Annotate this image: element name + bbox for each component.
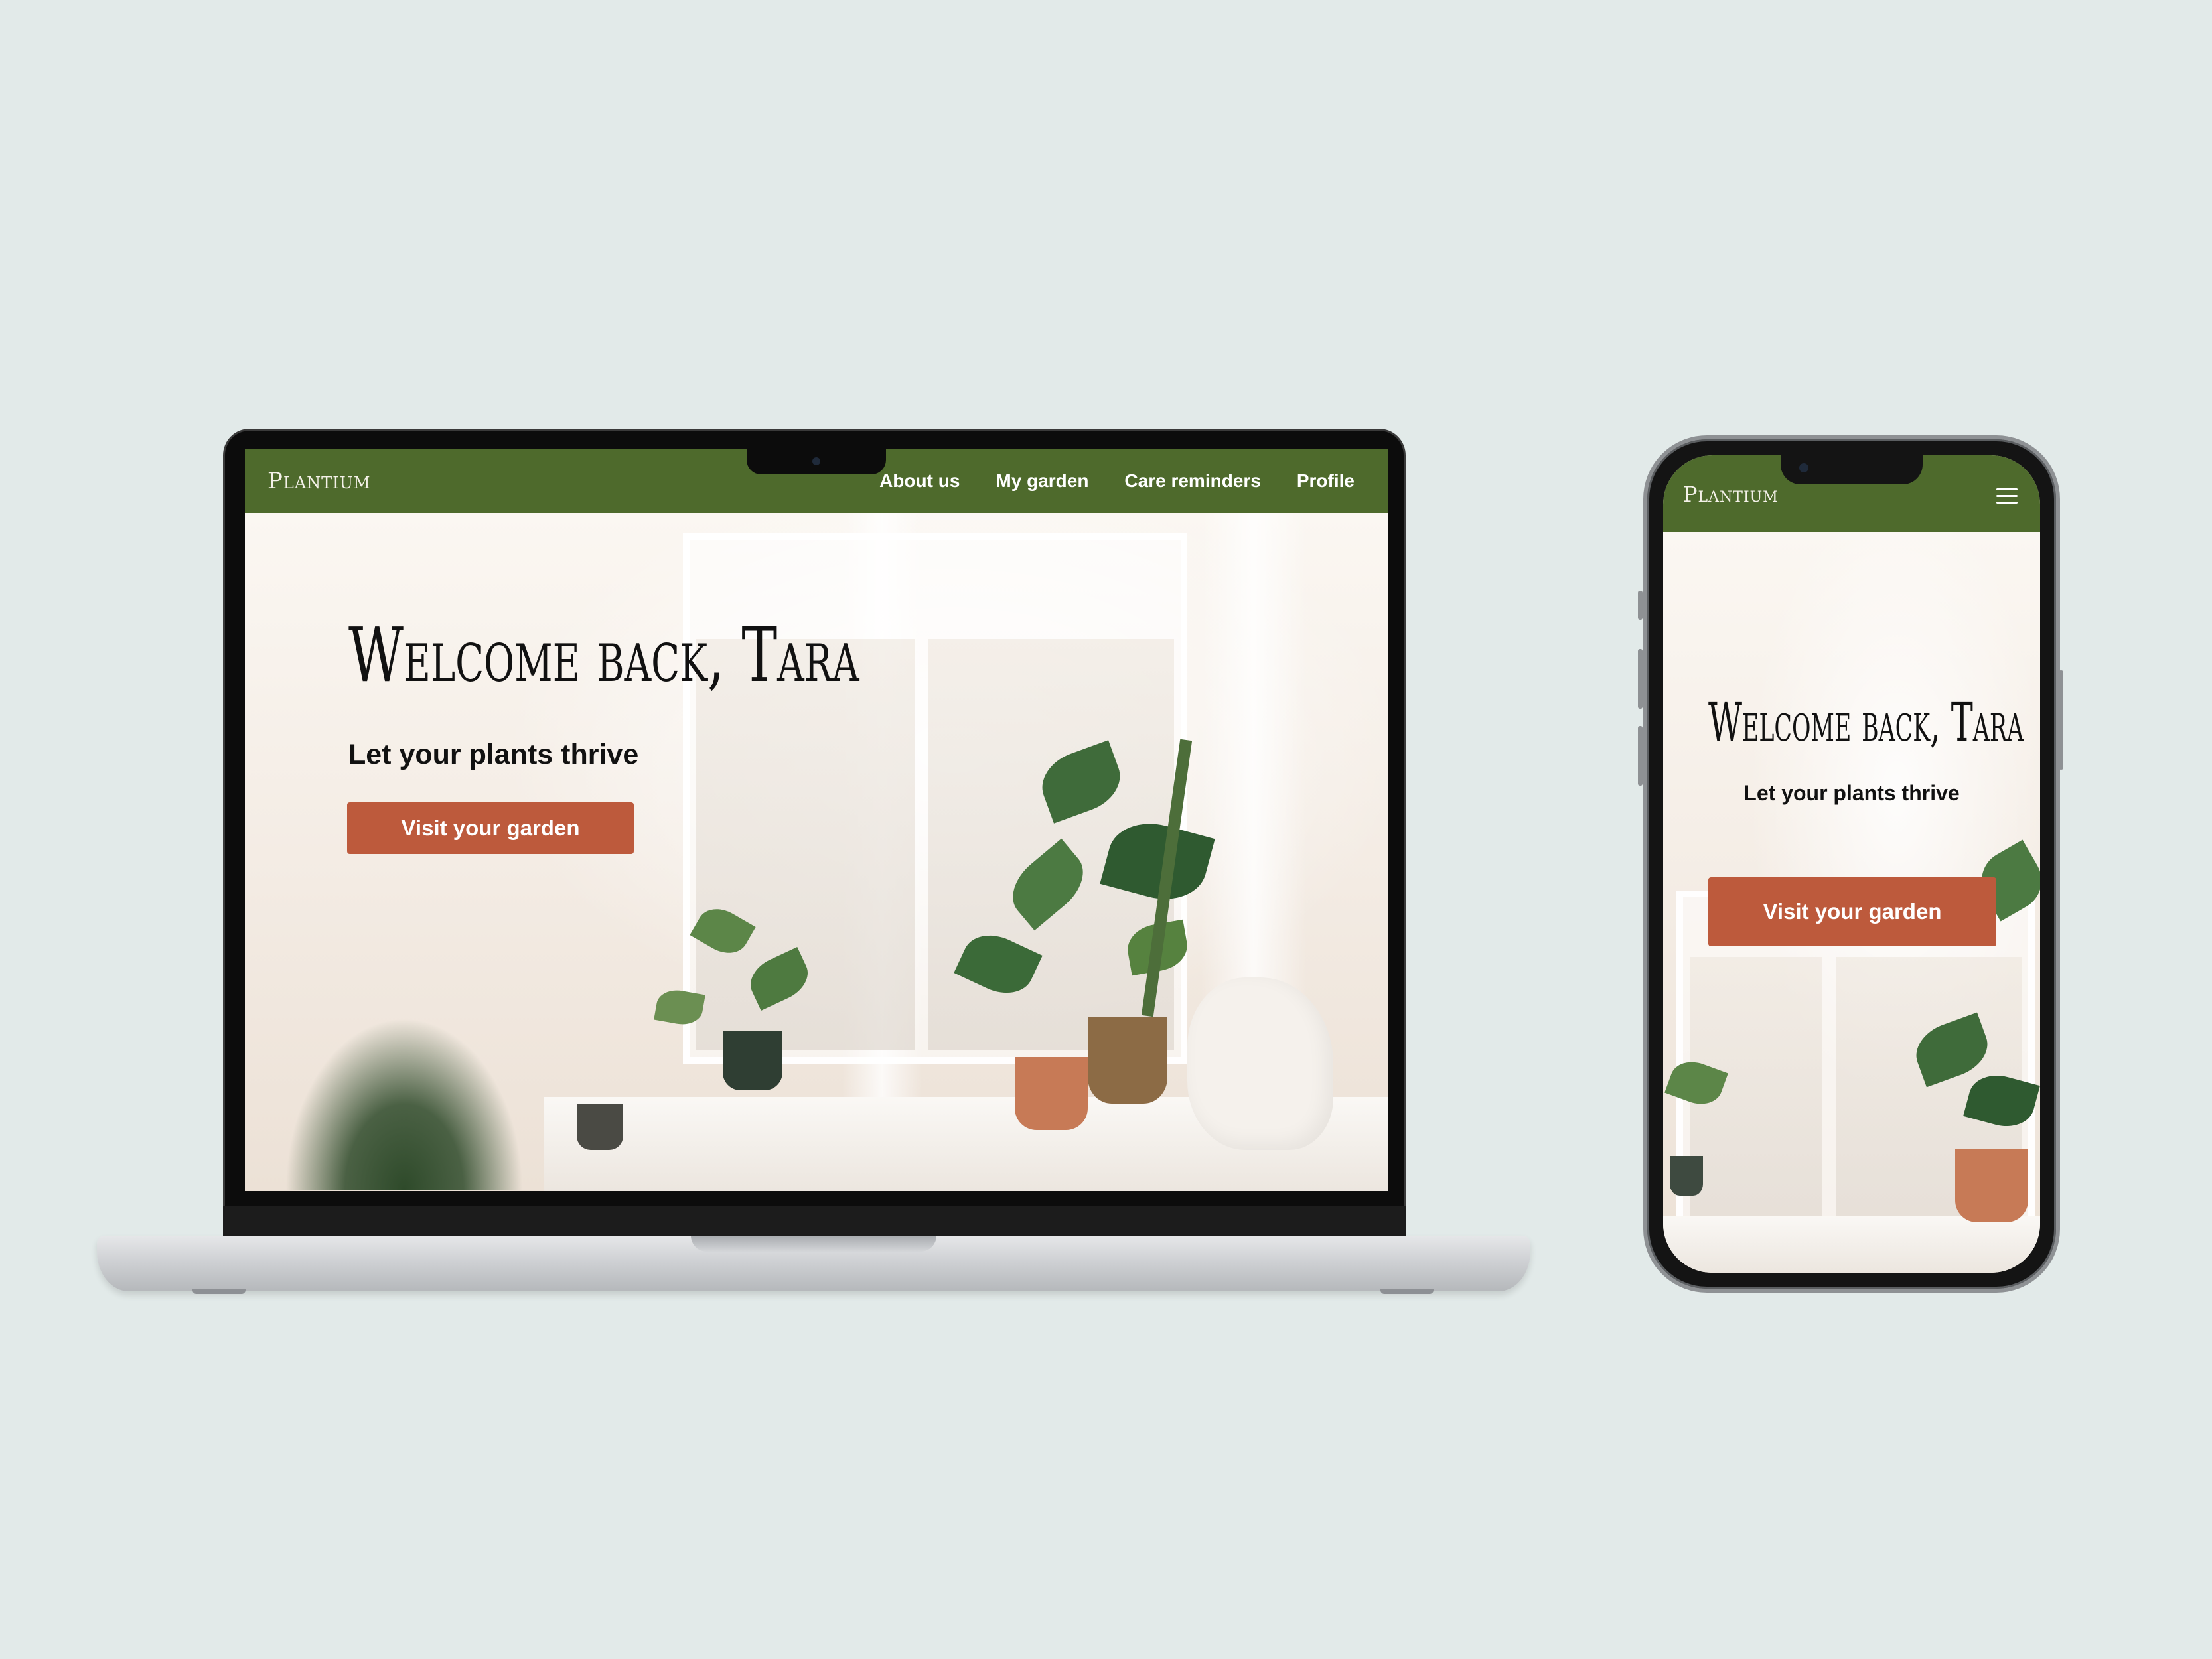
laptop-groove (691, 1236, 936, 1252)
phone-silent-switch (1638, 591, 1643, 620)
laptop-base (97, 1236, 1530, 1291)
visit-garden-button[interactable]: Visit your garden (347, 802, 634, 854)
laptop-hinge (223, 1206, 1406, 1238)
brand-logo[interactable]: Plantium (1683, 482, 1779, 507)
phone-volume-down (1638, 726, 1643, 786)
brand-logo[interactable]: Plantium (267, 468, 370, 494)
nav-link-my-garden[interactable]: My garden (995, 470, 1088, 492)
desktop-nav-links: About us My garden Care reminders Profil… (879, 449, 1355, 513)
phone-mockup: Plantium Welcome back, Tara Let your pla… (1643, 435, 2060, 1293)
hero-greeting: Welcome back, Tara (1708, 691, 2024, 753)
window-pane-left (1690, 957, 1822, 1249)
plant-pot (1015, 1057, 1088, 1130)
camera-icon (812, 457, 820, 465)
plant-pot (1955, 1149, 2028, 1222)
camera-icon (1799, 463, 1808, 472)
mobile-hero: Welcome back, Tara Let your plants thriv… (1663, 532, 2040, 1273)
phone-notch (1781, 455, 1923, 484)
nav-link-care-reminders[interactable]: Care reminders (1124, 470, 1260, 492)
laptop-mockup: Plantium About us My garden Care reminde… (223, 429, 1406, 1240)
spiky-plant (285, 1017, 524, 1190)
plant-basket (1088, 1017, 1167, 1104)
hero-tagline: Let your plants thrive (1743, 781, 1960, 805)
nav-link-profile[interactable]: Profile (1297, 470, 1355, 492)
hamburger-menu-icon[interactable] (1996, 488, 2018, 504)
hero-tagline: Let your plants thrive (348, 739, 639, 770)
laptop-notch (747, 449, 886, 474)
laptop-foot (1380, 1289, 1434, 1294)
phone-screen: Plantium Welcome back, Tara Let your pla… (1663, 455, 2040, 1273)
phone-volume-up (1638, 649, 1643, 709)
hero-greeting: Welcome back, Tara (348, 613, 859, 699)
window-pane-left (696, 639, 915, 1050)
nav-link-about-us[interactable]: About us (879, 470, 960, 492)
visit-garden-button[interactable]: Visit your garden (1708, 877, 1996, 946)
plant-pot (1670, 1156, 1703, 1196)
desktop-hero: Welcome back, Tara Let your plants thriv… (245, 513, 1388, 1191)
laptop-screen: Plantium About us My garden Care reminde… (245, 449, 1388, 1191)
window-sill (1663, 1216, 2040, 1273)
plant-pot (577, 1104, 623, 1150)
laptop-foot (192, 1289, 246, 1294)
plant-pot (723, 1031, 782, 1090)
cushion (1187, 977, 1333, 1150)
